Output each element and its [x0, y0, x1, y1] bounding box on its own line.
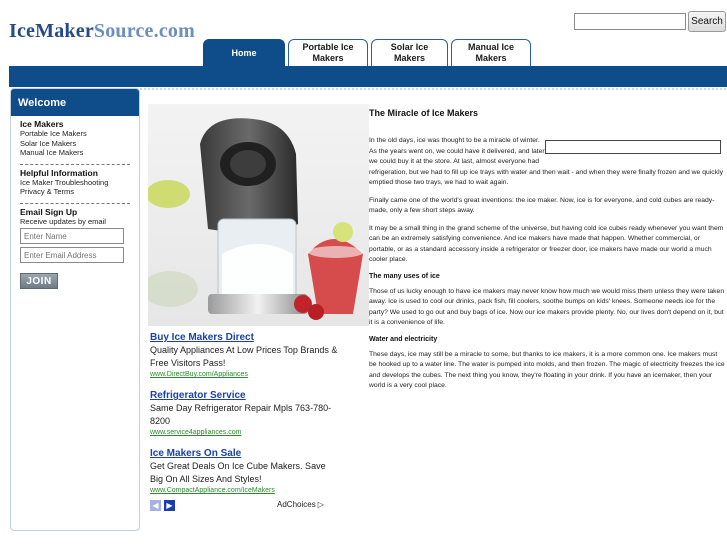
- divider: [20, 163, 130, 165]
- site-logo[interactable]: IceMakerSource.com: [9, 20, 195, 43]
- ad-url-link[interactable]: www.service4appliances.com: [150, 428, 340, 438]
- page: IceMakerSource.com Search Home Portable …: [0, 0, 727, 545]
- search-input[interactable]: [574, 13, 686, 30]
- inline-ad-spacer: [545, 136, 725, 158]
- article-paragraph: It may be a small thing in the grand sch…: [369, 224, 724, 264]
- ad-title-link[interactable]: Buy Ice Makers Direct: [150, 331, 340, 344]
- email-signup-text: Receive updates by email: [20, 216, 106, 226]
- ad-item: Buy Ice Makers Direct Quality Appliances…: [150, 331, 340, 380]
- ad-url-link[interactable]: www.CompactAppliance.com/IceMakers: [150, 486, 340, 496]
- ad-block: Buy Ice Makers Direct Quality Appliances…: [150, 331, 340, 505]
- adchoices-icon: ▷: [317, 500, 324, 509]
- ad-text: Get Great Deals On Ice Cube Makers. Save…: [150, 461, 326, 484]
- article-paragraph: These days, ice may still be a miracle t…: [369, 350, 725, 390]
- article-title: The Miracle of Ice Makers: [369, 108, 479, 118]
- article-paragraph: In the old days, ice was thought to be a…: [369, 136, 725, 189]
- ice-maker-photo: [148, 104, 369, 326]
- main-nav-tabs: Home Portable Ice Makers Solar Ice Maker…: [203, 39, 531, 66]
- sidebar-link-solar[interactable]: Solar Ice Makers: [20, 139, 130, 149]
- ad-next-arrow-icon[interactable]: ▶: [164, 500, 175, 511]
- ad-url-link[interactable]: www.DirectBuy.com/Appliances: [150, 370, 340, 380]
- tab-solar-ice-makers[interactable]: Solar Ice Makers: [371, 39, 448, 66]
- article-paragraph: Finally came one of the world's great in…: [369, 196, 715, 215]
- article-paragraph: Those of us lucky enough to have ice mak…: [369, 287, 725, 327]
- nav-bar: [9, 66, 727, 87]
- email-signup-title: Email Sign Up: [20, 206, 78, 217]
- ad-title-link[interactable]: Ice Makers On Sale: [150, 447, 340, 460]
- tab-manual-ice-makers[interactable]: Manual Ice Makers: [451, 39, 531, 66]
- sidebar-section-title: Helpful Information: [20, 167, 98, 178]
- search-button[interactable]: Search: [688, 11, 726, 32]
- sidebar-section-title: Ice Makers: [20, 119, 64, 129]
- email-field[interactable]: [20, 247, 124, 263]
- sidebar-link-manual[interactable]: Manual Ice Makers: [20, 148, 130, 158]
- tab-portable-ice-makers[interactable]: Portable Ice Makers: [288, 39, 368, 66]
- ad-title-link[interactable]: Refrigerator Service: [150, 389, 340, 402]
- adchoices-label: AdChoices: [277, 500, 316, 509]
- sidebar-link-privacy[interactable]: Privacy & Terms: [20, 187, 130, 197]
- ad-item: Refrigerator Service Same Day Refrigerat…: [150, 389, 340, 438]
- logo-main: IceMaker: [9, 20, 94, 42]
- sidebar-link-troubleshooting[interactable]: Ice Maker Troubleshooting: [20, 178, 130, 188]
- article: The Miracle of Ice Makers In the old day…: [369, 108, 725, 399]
- logo-suffix: Source.com: [93, 20, 195, 42]
- divider: [20, 202, 130, 204]
- ad-text: Same Day Refrigerator Repair Mpls 763-78…: [150, 403, 332, 426]
- sidebar-link-portable[interactable]: Portable Ice Makers: [20, 129, 130, 139]
- name-field[interactable]: [20, 228, 124, 244]
- join-button[interactable]: JOIN: [20, 273, 58, 289]
- article-subheading: Water and electricity: [369, 335, 438, 343]
- sidebar: Welcome Ice Makers Portable Ice Makers S…: [10, 88, 140, 531]
- ice-maker-image: [148, 118, 364, 320]
- adchoices-link[interactable]: AdChoices ▷: [277, 500, 324, 509]
- tab-home[interactable]: Home: [203, 39, 285, 66]
- ad-prev-arrow-icon[interactable]: ◀: [150, 500, 161, 511]
- nav-divider: [140, 88, 727, 90]
- sidebar-section-ice-makers: Ice Makers Portable Ice Makers Solar Ice…: [11, 119, 139, 289]
- ad-text: Quality Appliances At Low Prices Top Bra…: [150, 345, 338, 368]
- sidebar-heading: Welcome: [11, 89, 139, 116]
- ad-item: Ice Makers On Sale Get Great Deals On Ic…: [150, 447, 340, 496]
- article-subheading: The many uses of ice: [369, 272, 440, 280]
- ad-pagination: ◀ ▶: [150, 500, 175, 511]
